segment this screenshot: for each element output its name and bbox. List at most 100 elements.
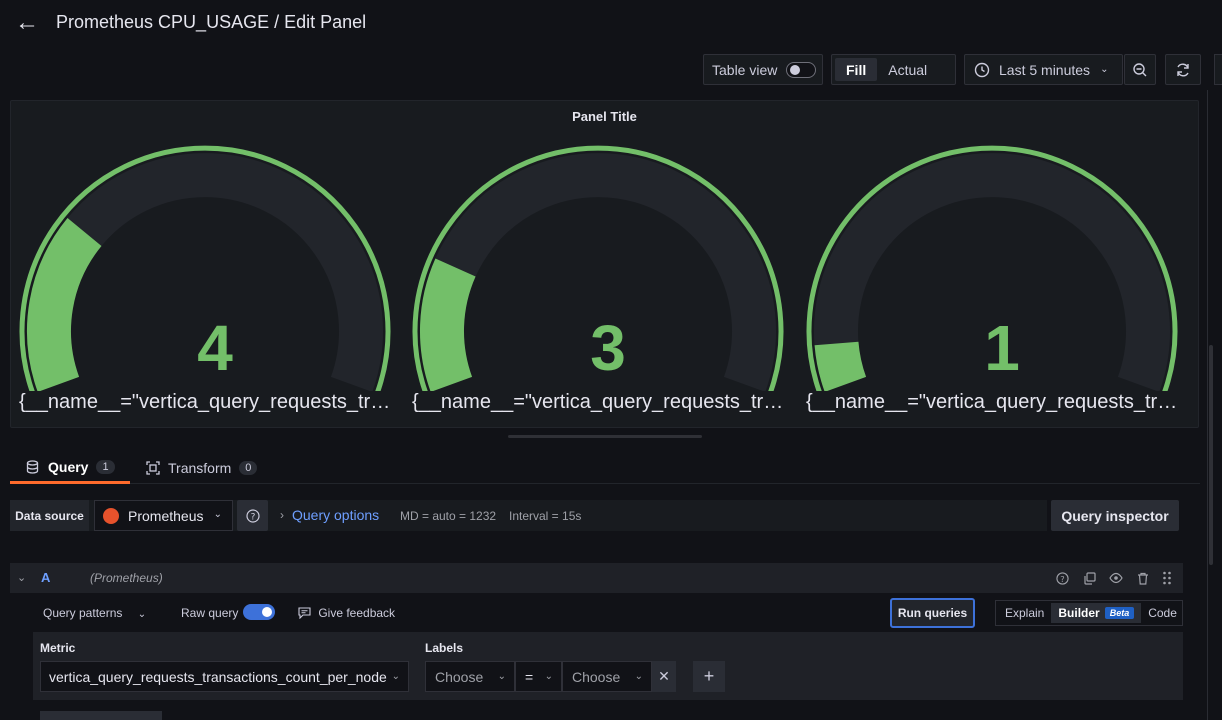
label-key-select[interactable]: Choose ⌄	[425, 661, 515, 692]
query-ref-id[interactable]: A	[41, 570, 50, 585]
prometheus-logo-icon	[103, 507, 119, 524]
label-value-placeholder: Choose	[572, 668, 621, 685]
data-source-label: Data source	[10, 500, 89, 531]
tab-transform-count: 0	[239, 461, 258, 475]
svg-text:?: ?	[250, 512, 255, 522]
interval-text: Interval = 15s	[509, 509, 582, 523]
label-operator-select[interactable]: = ⌄	[515, 661, 562, 692]
gauge-2: 3 {__name__="vertica_query_requests_tran…	[412, 141, 804, 421]
beta-badge: Beta	[1104, 607, 1135, 619]
raw-query-switch[interactable]	[243, 604, 275, 620]
gauge-1-label: {__name__="vertica_query_requests_transa…	[19, 391, 399, 413]
options-pane-edge[interactable]	[1214, 54, 1222, 85]
duplicate-icon[interactable]	[1081, 570, 1097, 586]
help-icon[interactable]: ?	[1054, 570, 1070, 586]
gauge-2-value: 3	[590, 312, 626, 384]
page-title: Prometheus CPU_USAGE / Edit Panel	[56, 12, 367, 32]
time-range-label: Last 5 minutes	[999, 61, 1091, 78]
labels-label: Labels	[425, 641, 464, 655]
question-circle-icon: ?	[245, 508, 260, 523]
metric-value: vertica_query_requests_transactions_coun…	[49, 668, 387, 685]
clock-icon	[974, 62, 990, 77]
raw-query-label: Raw query	[181, 606, 239, 620]
zoom-out-icon	[1133, 62, 1147, 76]
query-row-header[interactable]: ⌄ A (Prometheus) ?	[10, 563, 1183, 593]
actual-button[interactable]: Actual	[877, 58, 938, 81]
mode-builder-label: Builder	[1058, 606, 1100, 620]
chevron-down-icon: ⌄	[213, 509, 222, 520]
chevron-down-icon: ⌄	[497, 671, 506, 682]
tab-query-count: 1	[96, 459, 115, 474]
data-source-value: Prometheus	[128, 507, 204, 524]
chevron-down-icon: ⌄	[1100, 64, 1109, 75]
query-patterns-dropdown[interactable]: Query patterns ⌄	[43, 606, 146, 620]
editor-tabs: Query 1 Transform 0	[10, 452, 1200, 484]
table-view-switch[interactable]	[786, 62, 816, 78]
give-feedback-label: Give feedback	[318, 606, 396, 620]
refresh-icon	[1177, 63, 1189, 76]
chevron-down-icon: ⌄	[391, 671, 400, 682]
metric-select[interactable]: vertica_query_requests_transactions_coun…	[40, 661, 409, 692]
gauge-3-value: 1	[984, 312, 1020, 384]
gauge-3-label: {__name__="vertica_query_requests_transa…	[806, 391, 1186, 413]
table-view-label: Table view	[712, 61, 778, 78]
trash-icon[interactable]	[1135, 570, 1151, 586]
run-queries-button[interactable]: Run queries	[890, 598, 975, 628]
query-inspector-button[interactable]: Query inspector	[1051, 500, 1179, 531]
panel-resize-handle[interactable]	[508, 435, 702, 438]
panel-preview: Panel Title 4 {__name__="vertica_query_r…	[10, 100, 1199, 428]
splitter[interactable]	[1207, 90, 1208, 720]
mode-code[interactable]: Code	[1141, 603, 1184, 623]
tab-query-label: Query	[48, 458, 89, 475]
refresh-button[interactable]	[1165, 54, 1201, 85]
time-range-picker[interactable]: Last 5 minutes ⌄	[964, 54, 1123, 85]
give-feedback-link[interactable]: Give feedback	[298, 606, 395, 620]
scrollbar[interactable]	[1209, 345, 1213, 565]
chevron-down-icon: ⌄	[634, 671, 643, 682]
query-options-toggle[interactable]: › Query options	[280, 507, 379, 523]
metric-label: Metric	[40, 641, 76, 655]
data-source-help-button[interactable]: ?	[237, 500, 268, 531]
editor-mode-toggle: Explain Builder Beta Code	[995, 600, 1183, 626]
comment-icon	[298, 607, 311, 620]
database-icon	[26, 459, 39, 474]
collapse-chevron-icon[interactable]: ⌄	[17, 571, 26, 584]
gauge-3: 1 {__name__="vertica_query_requests_tran…	[806, 141, 1198, 421]
tab-transform-label: Transform	[168, 460, 232, 476]
query-bar: Data source Prometheus ⌄ ? › Query optio…	[10, 500, 1047, 531]
close-icon: ✕	[658, 668, 670, 684]
label-operator-value: =	[525, 668, 534, 685]
fill-actual-toggle: Fill Actual	[831, 54, 956, 85]
fill-button[interactable]: Fill	[835, 58, 878, 81]
eye-icon[interactable]	[1108, 570, 1124, 586]
data-source-picker[interactable]: Prometheus ⌄	[94, 500, 233, 531]
operations-button[interactable]	[40, 711, 162, 720]
query-builder: Metric vertica_query_requests_transactio…	[33, 632, 1183, 700]
chevron-down-icon: ⌄	[544, 671, 553, 682]
remove-label-button[interactable]: ✕	[652, 661, 676, 692]
zoom-out-button[interactable]	[1124, 54, 1156, 85]
plus-icon: +	[703, 666, 715, 686]
tab-transform[interactable]: Transform 0	[146, 452, 258, 484]
label-value-select[interactable]: Choose ⌄	[562, 661, 652, 692]
chevron-down-icon: ⌄	[137, 609, 147, 620]
label-key-placeholder: Choose	[435, 668, 484, 685]
drag-handle-icon[interactable]	[1159, 570, 1175, 586]
gauge-1-value: 4	[197, 312, 233, 384]
svg-text:?: ?	[1060, 573, 1064, 583]
query-options-label: Query options	[292, 507, 380, 523]
tab-query[interactable]: Query 1	[10, 452, 130, 484]
gauge-1: 4 {__name__="vertica_query_requests_tran…	[19, 141, 411, 421]
add-label-button[interactable]: +	[693, 661, 725, 692]
query-datasource-name: (Prometheus)	[90, 571, 163, 585]
max-data-points-text: MD = auto = 1232	[400, 509, 497, 523]
mode-explain[interactable]: Explain	[998, 603, 1051, 623]
chevron-right-icon: ›	[280, 508, 284, 522]
top-bar: ← Prometheus CPU_USAGE / Edit Panel	[0, 0, 1222, 46]
mode-builder[interactable]: Builder Beta	[1051, 603, 1142, 623]
gauge-2-label: {__name__="vertica_query_requests_transa…	[412, 391, 792, 413]
transform-icon	[146, 461, 160, 475]
back-arrow-icon[interactable]: ←	[14, 10, 40, 36]
panel-title: Panel Title	[572, 109, 637, 124]
table-view-toggle[interactable]: Table view	[703, 54, 823, 85]
